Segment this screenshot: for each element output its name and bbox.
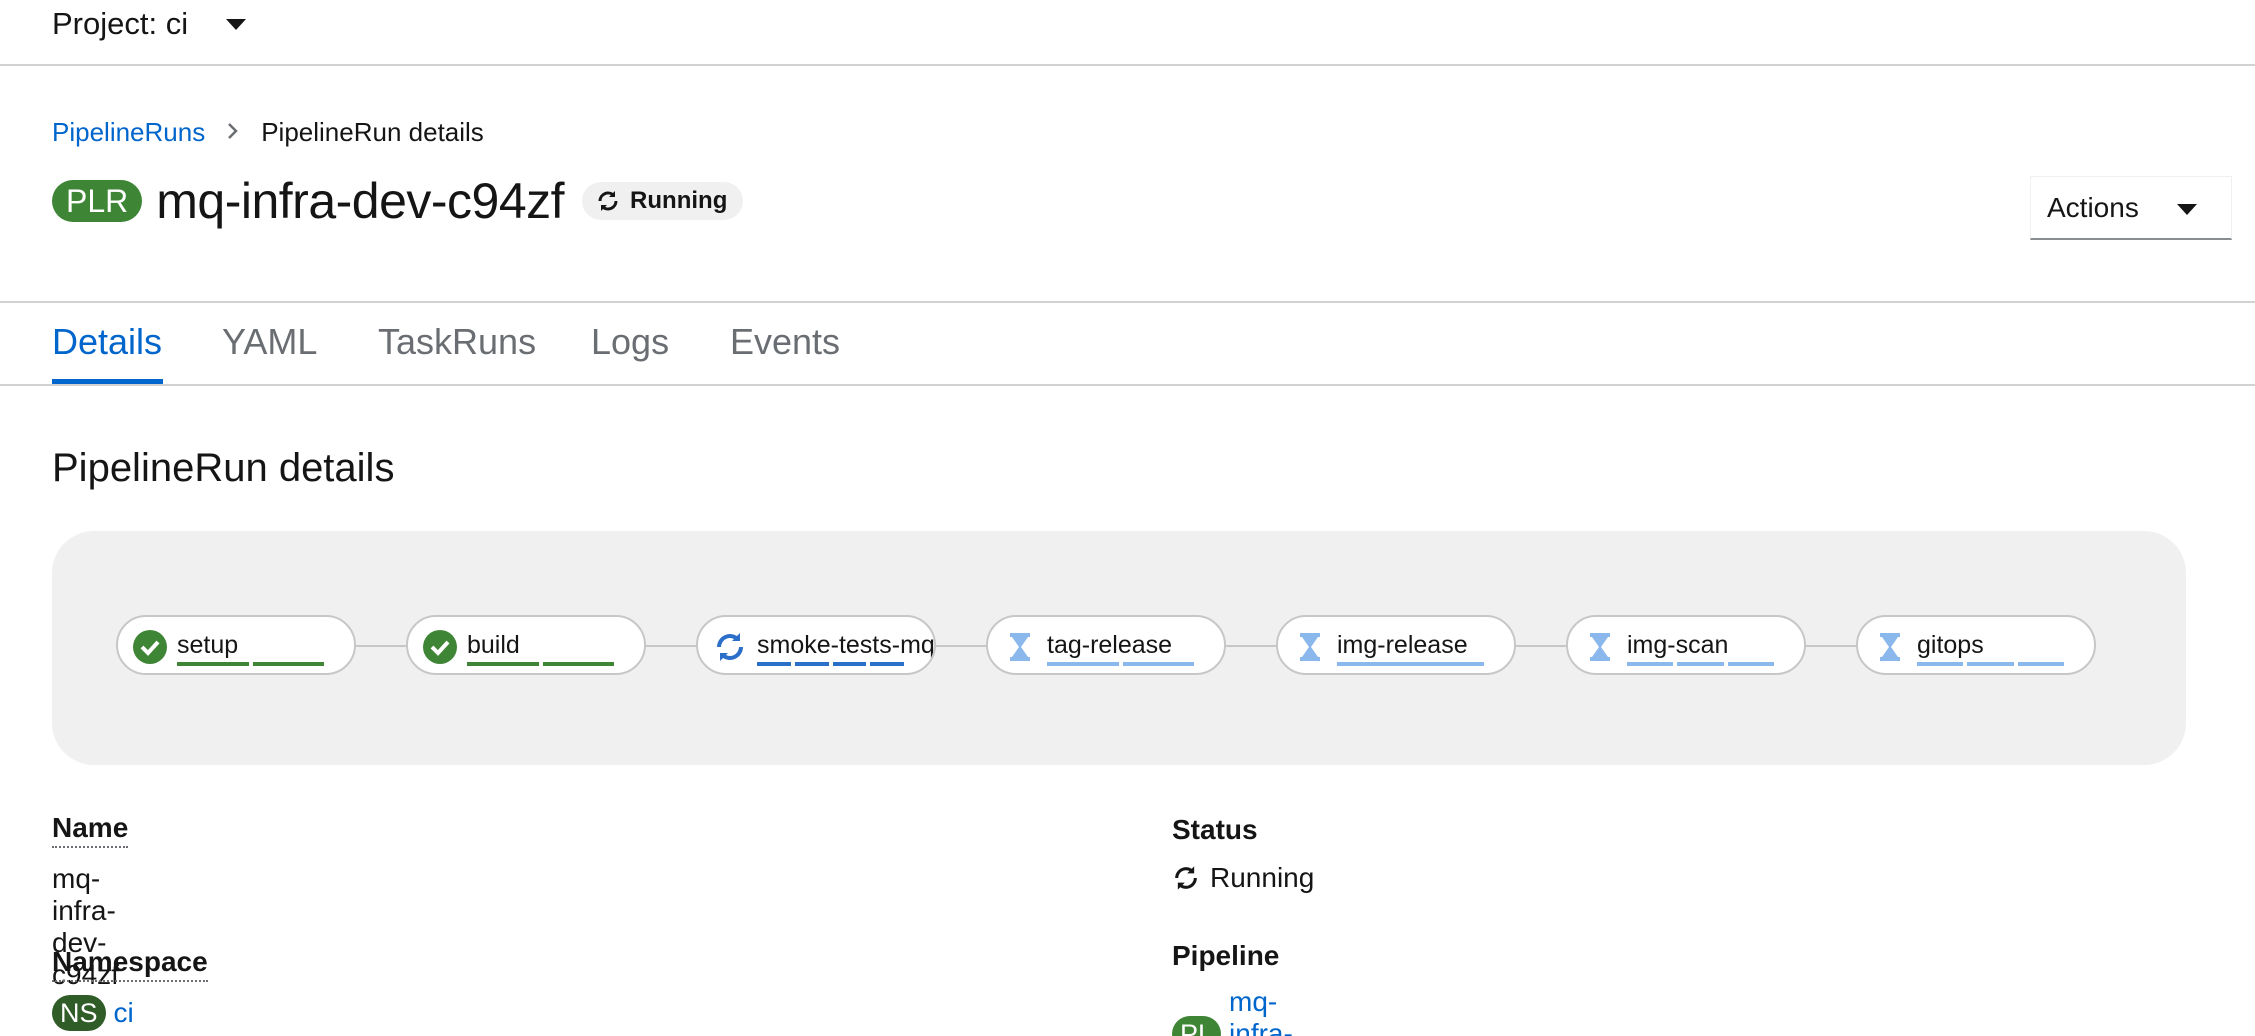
task-step-bar bbox=[1727, 662, 1774, 666]
pipeline-task-label: build bbox=[467, 631, 520, 659]
resource-badge-plr: PLR bbox=[52, 180, 143, 222]
pipeline-connector bbox=[356, 645, 406, 647]
status-badge: Running bbox=[582, 182, 744, 220]
tab-logs[interactable]: Logs bbox=[591, 321, 669, 363]
task-step-bar bbox=[542, 662, 614, 666]
task-step-bar bbox=[1122, 662, 1194, 666]
hourglass-icon bbox=[1293, 630, 1327, 664]
pipeline-topology: setup build smoke-tests-mq tag-release img-r… bbox=[52, 531, 2186, 765]
status-label: Status bbox=[1172, 814, 1258, 845]
pipeline-task-tag-release[interactable]: tag-release bbox=[986, 615, 1226, 675]
task-step-bar bbox=[1337, 662, 1484, 666]
pipeline-badge: PL bbox=[1172, 1016, 1222, 1036]
breadcrumb-current: PipelineRun details bbox=[261, 117, 484, 147]
pipeline-link[interactable]: mq-infra-dev bbox=[1229, 986, 1293, 1036]
task-step-bar bbox=[467, 662, 539, 666]
pipeline-task-smoke-tests-mq[interactable]: smoke-tests-mq bbox=[696, 615, 936, 675]
tab-yaml[interactable]: YAML bbox=[222, 321, 317, 363]
task-step-bar bbox=[2017, 662, 2064, 666]
tab-taskruns[interactable]: TaskRuns bbox=[378, 321, 536, 363]
task-step-bar bbox=[1627, 662, 1674, 666]
task-step-bar bbox=[1677, 662, 1724, 666]
caret-down-icon bbox=[226, 18, 247, 30]
pipeline-task-build[interactable]: build bbox=[406, 615, 646, 675]
tab-details[interactable]: Details bbox=[52, 321, 162, 363]
page-title: mq-infra-dev-c94zf bbox=[156, 173, 565, 229]
pipeline-task-label: tag-release bbox=[1047, 631, 1173, 659]
task-step-bar bbox=[1917, 662, 1964, 666]
task-step-bar bbox=[252, 662, 324, 666]
sync-icon bbox=[598, 191, 618, 211]
task-step-bar bbox=[794, 662, 829, 666]
namespace-badge: NS bbox=[52, 995, 106, 1031]
status-value: Running bbox=[1172, 862, 1314, 894]
pipeline-task-img-scan[interactable]: img-scan bbox=[1566, 615, 1806, 675]
pipeline-task-label: img-scan bbox=[1627, 631, 1729, 659]
sync-icon bbox=[1175, 866, 1197, 890]
pipeline-connector bbox=[1226, 645, 1276, 647]
project-bar: Project: ci bbox=[0, 0, 2255, 66]
pipeline-connector bbox=[646, 645, 696, 647]
pipeline-task-img-release[interactable]: img-release bbox=[1276, 615, 1516, 675]
pipeline-task-label: setup bbox=[177, 631, 239, 659]
pipeline-task-label: gitops bbox=[1917, 631, 1984, 659]
hourglass-icon bbox=[1003, 630, 1037, 664]
caret-down-icon bbox=[2177, 204, 2197, 215]
tab-events[interactable]: Events bbox=[730, 321, 840, 363]
section-title: PipelineRun details bbox=[52, 446, 395, 490]
actions-dropdown-label: Actions bbox=[2047, 191, 2139, 223]
breadcrumb-link-pipelineruns[interactable]: PipelineRuns bbox=[52, 117, 205, 148]
task-step-bar bbox=[832, 662, 867, 666]
pipeline-connector bbox=[936, 645, 986, 647]
hourglass-icon bbox=[1583, 630, 1617, 664]
actions-dropdown[interactable]: Actions bbox=[2030, 176, 2232, 240]
namespace-link[interactable]: ci bbox=[114, 997, 134, 1029]
status-badge-label: Running bbox=[630, 187, 728, 214]
project-selector-label: Project: ci bbox=[52, 6, 189, 41]
pipeline-connector bbox=[1516, 645, 1566, 647]
task-step-bar bbox=[870, 662, 904, 666]
namespace-value: NS ci bbox=[52, 995, 134, 1031]
page-header: PLR mq-infra-dev-c94zf Running bbox=[52, 172, 744, 230]
task-step-bar bbox=[1047, 662, 1119, 666]
active-tab-indicator bbox=[52, 379, 163, 384]
hourglass-icon bbox=[1873, 630, 1907, 664]
pipeline-task-label: img-release bbox=[1337, 631, 1468, 659]
task-step-bar bbox=[757, 662, 791, 666]
task-step-bar bbox=[177, 662, 249, 666]
pipeline-label: Pipeline bbox=[1172, 940, 1280, 971]
name-label[interactable]: Name bbox=[52, 812, 129, 848]
sync-icon bbox=[713, 630, 747, 664]
tab-bar: Details YAML TaskRuns Logs Events bbox=[0, 301, 2255, 386]
pipeline-connector bbox=[1806, 645, 1856, 647]
project-selector[interactable]: Project: ci bbox=[52, 6, 247, 42]
chevron-right-icon bbox=[227, 120, 239, 146]
pipeline-task-gitops[interactable]: gitops bbox=[1856, 615, 2096, 675]
namespace-label[interactable]: Namespace bbox=[52, 946, 208, 982]
pipeline-task-setup[interactable]: setup bbox=[116, 615, 356, 675]
check-circle-icon bbox=[133, 630, 167, 664]
pipeline-task-label: smoke-tests-mq bbox=[757, 631, 935, 659]
breadcrumb: PipelineRuns PipelineRun details bbox=[52, 117, 484, 148]
status-value-text: Running bbox=[1210, 862, 1315, 893]
pipeline-value: PL mq-infra-dev bbox=[1172, 986, 1293, 1036]
task-step-bar bbox=[1967, 662, 2014, 666]
check-circle-icon bbox=[423, 630, 457, 664]
